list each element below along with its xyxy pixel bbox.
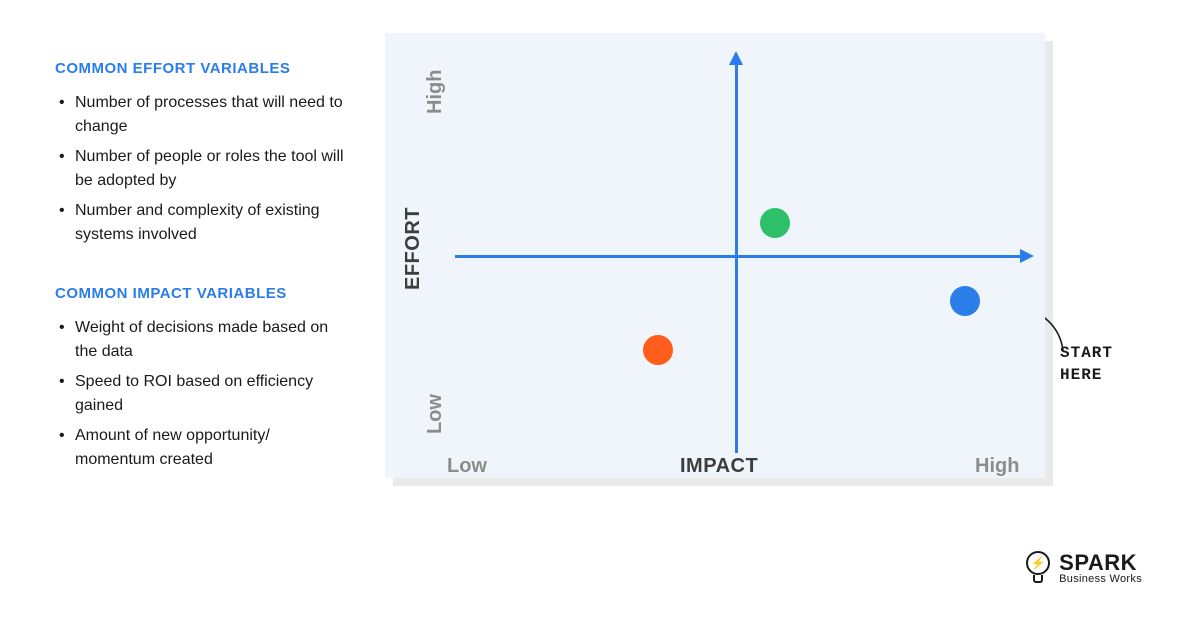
y-axis-line: [735, 63, 738, 453]
chart-inner: IMPACT EFFORT Low High Low High: [385, 33, 1045, 478]
effort-variables-title: COMMON EFFORT VARIABLES: [55, 60, 350, 77]
start-here-callout: START HERE: [1060, 343, 1180, 386]
x-axis-label: IMPACT: [680, 455, 758, 478]
effort-bullet-list: Number of processes that will need to ch…: [55, 91, 350, 247]
data-point-blue: [950, 286, 980, 316]
y-axis-label: EFFORT: [402, 207, 425, 290]
lightbulb-icon: ⚡: [1026, 551, 1052, 587]
spark-logo: ⚡ SPARK Business Works: [1026, 551, 1142, 587]
logo-subtitle: Business Works: [1059, 574, 1142, 584]
left-panel: COMMON EFFORT VARIABLES Number of proces…: [55, 60, 350, 510]
arrowhead-right-icon: [1020, 249, 1034, 263]
impact-bullet-list: Weight of decisions made based on the da…: [55, 316, 350, 472]
logo-main: SPARK: [1059, 553, 1142, 574]
list-item: Number of people or roles the tool will …: [55, 145, 350, 193]
x-high-label: High: [975, 455, 1019, 478]
data-point-orange: [643, 335, 673, 365]
x-low-label: Low: [447, 455, 487, 478]
list-item: Number of processes that will need to ch…: [55, 91, 350, 139]
y-low-label: Low: [424, 394, 447, 434]
impact-variables-title: COMMON IMPACT VARIABLES: [55, 285, 350, 302]
effort-impact-chart: IMPACT EFFORT Low High Low High: [385, 33, 1045, 478]
list-item: Amount of new opportunity/ momentum crea…: [55, 424, 350, 472]
arrowhead-up-icon: [729, 51, 743, 65]
list-item: Number and complexity of existing system…: [55, 199, 350, 247]
callout-line2: HERE: [1060, 365, 1180, 387]
data-point-green: [760, 208, 790, 238]
callout-line1: START: [1060, 343, 1180, 365]
list-item: Speed to ROI based on efficiency gained: [55, 370, 350, 418]
logo-text: SPARK Business Works: [1059, 553, 1142, 584]
y-high-label: High: [424, 70, 447, 114]
list-item: Weight of decisions made based on the da…: [55, 316, 350, 364]
